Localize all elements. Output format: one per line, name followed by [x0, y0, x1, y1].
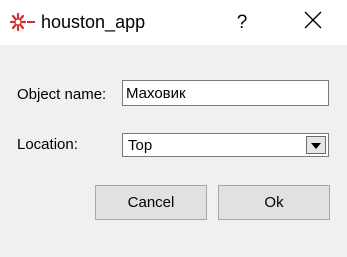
- help-button[interactable]: ?: [225, 0, 259, 45]
- title-bar[interactable]: houston_app ?: [0, 0, 347, 45]
- close-icon: [304, 11, 322, 34]
- window-title: houston_app: [41, 12, 146, 32]
- object-name-input[interactable]: [122, 80, 329, 106]
- object-name-label: Object name:: [17, 86, 107, 103]
- dialog-window: houston_app ? Object name: Location: Top…: [0, 0, 347, 257]
- cancel-button[interactable]: Cancel: [95, 185, 207, 220]
- close-button[interactable]: [290, 0, 336, 45]
- location-label: Location:: [17, 136, 78, 153]
- ok-button[interactable]: Ok: [218, 185, 330, 220]
- houston-app-icon: [9, 12, 36, 32]
- dropdown-arrow-button[interactable]: [306, 136, 326, 154]
- location-select[interactable]: Top: [122, 133, 329, 157]
- location-selected-value: Top: [128, 137, 153, 154]
- triangle-down-icon: [311, 136, 321, 154]
